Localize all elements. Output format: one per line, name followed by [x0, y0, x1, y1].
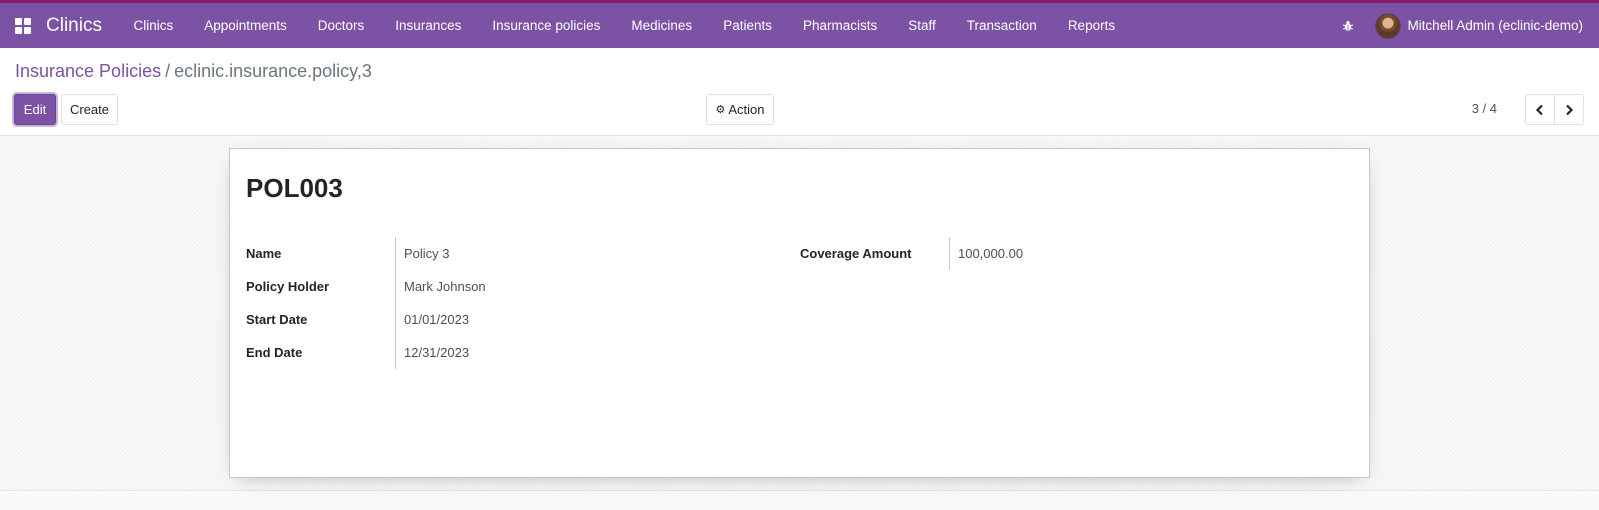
- breadcrumb-current: eclinic.insurance.policy,3: [174, 61, 372, 81]
- form-sheet: POL003 Name Policy 3 Policy Holder Mark …: [229, 148, 1370, 478]
- user-menu[interactable]: Mitchell Admin (eclinic-demo): [1367, 12, 1599, 39]
- field-value: Mark Johnson: [404, 279, 486, 294]
- menu-item-insurance-policies[interactable]: Insurance policies: [477, 3, 616, 48]
- menu-item-patients[interactable]: Patients: [708, 3, 788, 48]
- navbar-right: Mitchell Admin (eclinic-demo): [1329, 3, 1599, 48]
- field-row-name: Name Policy 3: [246, 237, 786, 270]
- action-button[interactable]: ⚙ Action: [706, 94, 774, 125]
- menu-item-clinics[interactable]: Clinics: [118, 3, 189, 48]
- menu-item-doctors[interactable]: Doctors: [302, 3, 380, 48]
- field-row-coverage-amount: Coverage Amount 100,000.00: [800, 237, 1340, 270]
- menu-item-insurances[interactable]: Insurances: [380, 3, 477, 48]
- top-navbar: Clinics Clinics Appointments Doctors Ins…: [0, 0, 1599, 48]
- field-row-policy-holder: Policy Holder Mark Johnson: [246, 270, 786, 303]
- breadcrumb: Insurance Policies / eclinic.insurance.pol…: [15, 61, 372, 82]
- field-label: Start Date: [246, 303, 396, 336]
- field-label: Name: [246, 237, 396, 270]
- user-name: Mitchell Admin (eclinic-demo): [1407, 18, 1583, 33]
- menu-item-reports[interactable]: Reports: [1052, 3, 1130, 48]
- menu-item-medicines[interactable]: Medicines: [616, 3, 708, 48]
- edit-button[interactable]: Edit: [14, 94, 56, 125]
- field-row-start-date: Start Date 01/01/2023: [246, 303, 786, 336]
- breadcrumb-separator: /: [165, 61, 171, 81]
- field-label: Policy Holder: [246, 270, 396, 303]
- create-button[interactable]: Create: [61, 94, 118, 125]
- pager-next-button[interactable]: [1554, 95, 1583, 124]
- field-label: End Date: [246, 336, 396, 369]
- field-value: 01/01/2023: [404, 312, 470, 327]
- app-brand[interactable]: Clinics: [46, 15, 118, 37]
- field-row-end-date: End Date 12/31/2023: [246, 336, 786, 369]
- chevron-left-icon: [1535, 104, 1543, 115]
- field-value: 12/31/2023: [404, 345, 470, 360]
- apps-menu-icon[interactable]: [0, 3, 46, 48]
- menu-item-appointments[interactable]: Appointments: [189, 3, 303, 48]
- record-title: POL003: [246, 173, 343, 203]
- field-value: 100,000.00: [958, 246, 1024, 261]
- field-group-left: Name Policy 3 Policy Holder Mark Johnson…: [246, 237, 786, 369]
- pager-previous-button[interactable]: [1526, 95, 1554, 124]
- chevron-right-icon: [1566, 104, 1574, 115]
- avatar: [1375, 12, 1402, 39]
- field-value: Policy 3: [404, 246, 450, 261]
- debug-bug-icon[interactable]: [1329, 3, 1367, 48]
- pager: [1525, 94, 1584, 125]
- menu-item-staff[interactable]: Staff: [893, 3, 952, 48]
- main-menu: Clinics Appointments Doctors Insurances …: [118, 3, 1131, 48]
- pager-value[interactable]: 3 / 4: [1472, 101, 1497, 116]
- control-panel: Insurance Policies / eclinic.insurance.pol…: [0, 48, 1599, 136]
- breadcrumb-parent-link[interactable]: Insurance Policies: [15, 61, 161, 81]
- field-group-right: Coverage Amount 100,000.00: [800, 237, 1340, 270]
- menu-item-transaction[interactable]: Transaction: [951, 3, 1052, 48]
- gear-icon: ⚙: [715, 104, 726, 116]
- menu-item-pharmacists[interactable]: Pharmacists: [787, 3, 892, 48]
- field-label: Coverage Amount: [800, 237, 950, 270]
- action-label: Action: [728, 102, 765, 117]
